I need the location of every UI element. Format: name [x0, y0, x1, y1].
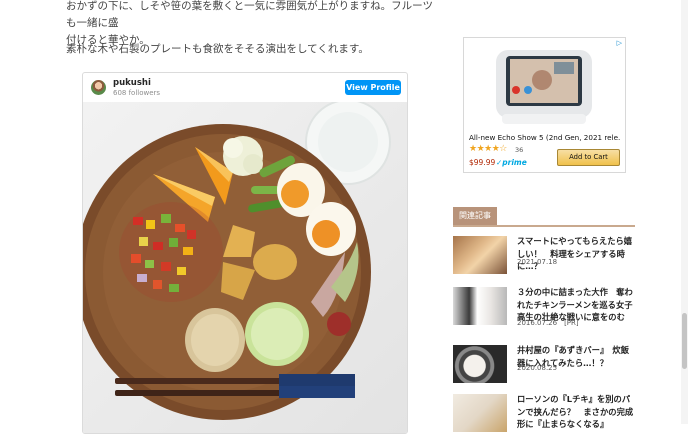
article-line-1: おかずの下に、しそや笹の葉を敷くと一気に雰囲気が上がりますね。フルーツも一緒に盛 [66, 0, 433, 29]
scrollbar-thumb[interactable] [682, 313, 687, 369]
prime-icon: ✓prime [496, 158, 527, 167]
related-articles-label: 関連記事 [453, 207, 497, 225]
related-date: 2020.08.25 [517, 364, 558, 372]
amazon-ad[interactable]: ▷ All-new Echo Show 5 (2nd Gen, 2021 rel… [463, 37, 626, 173]
follower-count: 608 followers [113, 89, 161, 97]
related-articles-header: 関連記事 [453, 207, 635, 227]
ad-price: $99.99 [469, 158, 496, 167]
scrollbar[interactable] [681, 0, 688, 424]
instagram-username[interactable]: pukushi [113, 78, 151, 88]
star-rating-icon: ★★★★☆ [469, 144, 507, 154]
ad-product-title[interactable]: All-new Echo Show 5 (2nd Gen, 2021 rele.… [469, 133, 621, 142]
echo-show-image[interactable] [484, 44, 604, 130]
related-thumbnail[interactable] [453, 394, 507, 432]
related-article-item[interactable]: ３分の中に詰まった大作 奪われたチキンラーメンを巡る女子高生の壮絶な戦いに意をの… [453, 287, 635, 337]
related-title[interactable]: ローソンの『Lチキ』を別のパンで挟んだら？ まさかの完成形に『止まらなくなる』 [517, 393, 635, 431]
related-thumbnail[interactable] [453, 345, 507, 383]
instagram-header: pukushi 608 followers View Profile [83, 73, 407, 102]
related-article-item[interactable]: ローソンの『Lチキ』を別のパンで挟んだら？ まさかの完成形に『止まらなくなる』 [453, 394, 635, 444]
related-date: 2021.07.18 [517, 258, 558, 266]
user-avatar[interactable] [91, 80, 106, 95]
related-thumbnail[interactable] [453, 287, 507, 325]
plate-illustration [83, 102, 391, 420]
related-article-item[interactable]: 井村屋の『あずきバー』 炊飯器に入れてみたら…！？ 2020.08.25 [453, 345, 635, 395]
adchoices-icon[interactable]: ▷ [617, 39, 622, 47]
related-article-item[interactable]: スマートにやってもらえたら嬉しい！ 料理をシェアする時に…？ 2021.07.1… [453, 236, 635, 286]
related-title[interactable]: スマートにやってもらえたら嬉しい！ 料理をシェアする時に…？ [517, 235, 635, 273]
related-date: 2016.07.26 [PR] [517, 319, 579, 327]
related-thumbnail[interactable] [453, 236, 507, 274]
view-profile-button[interactable]: View Profile [345, 80, 401, 95]
instagram-embed[interactable]: pukushi 608 followers View Profile [82, 72, 408, 434]
food-plate-photo[interactable] [83, 102, 407, 433]
rating-count: 36 [515, 146, 524, 154]
add-to-cart-button[interactable]: Add to Cart [557, 149, 620, 166]
article-paragraph-2: 素朴な木や石製のプレートも食欲をそそる演出をしてくれます。 [66, 43, 369, 55]
